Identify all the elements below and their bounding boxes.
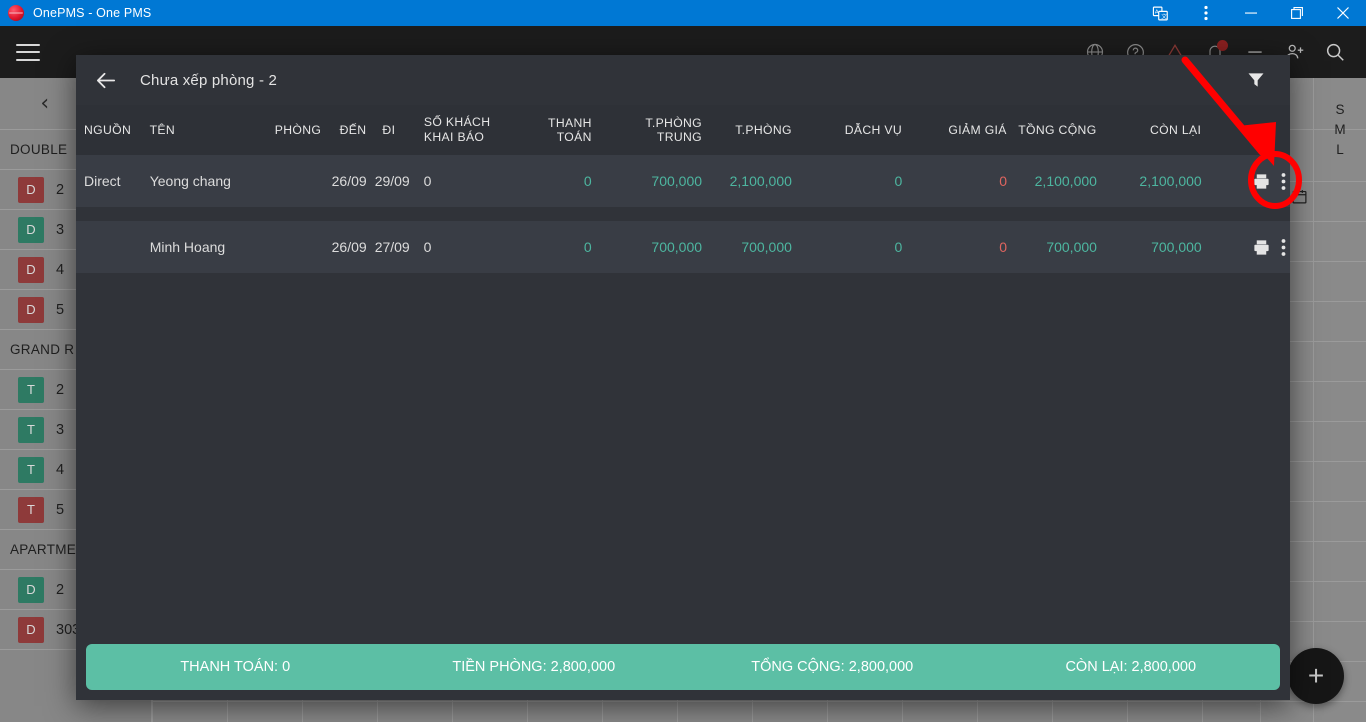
room-number: 2 — [56, 381, 65, 398]
svg-text:A: A — [1155, 9, 1159, 15]
dialog-header: Chưa xếp phòng - 2 — [76, 55, 1290, 105]
cell-source: Direct — [84, 173, 121, 189]
maximize-button[interactable] — [1274, 0, 1320, 26]
cell-room-total: 700,000 — [741, 239, 792, 255]
room-number: 2 — [56, 581, 65, 598]
size-legend-m: M — [1334, 122, 1346, 137]
unassigned-rooms-dialog: Chưa xếp phòng - 2 NGUỒN TÊN PHÒNG ĐẾN Đ… — [76, 55, 1290, 700]
cell-grand-total: 2,100,000 — [1034, 173, 1097, 189]
room-number: 5 — [56, 301, 65, 318]
prev-week-button[interactable]: ‹ — [40, 92, 49, 115]
cell-balance: 700,000 — [1151, 239, 1202, 255]
cell-departure: 29/09 — [374, 173, 410, 189]
room-type-badge: D — [18, 296, 44, 323]
column-header-name: TÊN — [149, 123, 176, 137]
room-type-badge: T — [18, 376, 44, 403]
summary-footer: THANH TOÁN: 0 TIỀN PHÒNG: 2,800,000 TỔNG… — [86, 644, 1280, 690]
summary-room-charge: TIỀN PHÒNG: 2,800,000 — [452, 659, 616, 675]
column-header-arrival: ĐẾN — [339, 123, 367, 137]
column-header-payment: THANH TOÁN — [548, 116, 592, 144]
cell-payment: 0 — [583, 239, 592, 255]
column-header-departure: ĐI — [382, 123, 396, 137]
room-number: 2 — [56, 181, 65, 198]
cell-balance: 2,100,000 — [1139, 173, 1202, 189]
size-legend-s: S — [1335, 102, 1345, 117]
row-more-menu-icon[interactable] — [1281, 172, 1286, 191]
column-header-guest-count-line2: KHAI BÁO — [423, 130, 485, 144]
notification-badge — [1217, 40, 1228, 51]
room-type-badge: D — [18, 616, 44, 643]
room-type-badge: T — [18, 496, 44, 523]
calendar-icon[interactable] — [1291, 188, 1308, 210]
column-header-source: NGUỒN — [84, 123, 132, 137]
booking-table: Direct Yeong chang 26/09 29/09 0 0 700,0… — [76, 155, 1290, 273]
size-legend-l: L — [1336, 142, 1344, 157]
cell-arrival: 26/09 — [331, 173, 367, 189]
room-type-badge: T — [18, 456, 44, 483]
cell-name: Minh Hoang — [149, 239, 226, 255]
cell-payment: 0 — [583, 173, 592, 189]
room-number: 3 — [56, 221, 65, 238]
cell-avg-room-rate: 700,000 — [651, 173, 703, 189]
cell-discount: 0 — [999, 173, 1008, 189]
cell-actions — [1206, 238, 1290, 257]
column-header-grand-total: TỒNG CỘNG — [1018, 123, 1097, 137]
cell-services: 0 — [894, 173, 903, 189]
cell-avg-room-rate: 700,000 — [651, 239, 703, 255]
cell-grand-total: 700,000 — [1046, 239, 1097, 255]
minimize-button[interactable] — [1228, 0, 1274, 26]
cell-discount: 0 — [999, 239, 1008, 255]
window-more-menu-icon[interactable] — [1183, 0, 1228, 26]
room-number: 5 — [56, 501, 65, 518]
back-arrow-icon[interactable] — [84, 58, 128, 102]
search-icon[interactable] — [1322, 39, 1348, 65]
cell-guest-count: 0 — [423, 173, 432, 189]
cell-departure: 27/09 — [374, 239, 410, 255]
cell-guest-count: 0 — [423, 239, 432, 255]
cell-actions — [1206, 172, 1290, 191]
dialog-body: Direct Yeong chang 26/09 29/09 0 0 700,0… — [76, 155, 1290, 700]
summary-grand-total: TỔNG CỘNG: 2,800,000 — [751, 659, 914, 675]
summary-balance: CÒN LẠI: 2,800,000 — [1065, 659, 1197, 675]
column-header-avg-room-rate: T.PHÒNG TRUNG — [645, 116, 703, 144]
summary-payment: THANH TOÁN: 0 — [180, 659, 291, 675]
column-header-room-total: T.PHÒNG — [735, 123, 792, 137]
room-type-badge: D — [18, 576, 44, 603]
dialog-title: Chưa xếp phòng - 2 — [140, 71, 278, 89]
filter-icon[interactable] — [1236, 60, 1276, 100]
table-row[interactable]: Direct Yeong chang 26/09 29/09 0 0 700,0… — [76, 155, 1290, 207]
cell-arrival: 26/09 — [331, 239, 367, 255]
column-header-guest-count-line1: SỐ KHÁCH — [423, 115, 491, 130]
add-booking-fab[interactable]: + — [1288, 648, 1344, 704]
print-icon[interactable] — [1252, 172, 1271, 191]
hamburger-icon[interactable] — [16, 43, 40, 61]
room-type-badge: D — [18, 216, 44, 243]
room-type-badge: D — [18, 256, 44, 283]
table-header: NGUỒN TÊN PHÒNG ĐẾN ĐI SỐ KHÁCH KHAI BÁO… — [76, 105, 1290, 155]
table-row[interactable]: Minh Hoang 26/09 27/09 0 0 700,000 700,0… — [76, 221, 1290, 273]
room-number: 4 — [56, 261, 65, 278]
room-type-badge: D — [18, 176, 44, 203]
cell-room-total: 2,100,000 — [729, 173, 792, 189]
column-header-discount: GIẢM GIÁ — [948, 123, 1007, 137]
window-title-bar: OnePMS - One PMS A 文 — [0, 0, 1366, 26]
close-button[interactable] — [1320, 0, 1366, 26]
room-number: 4 — [56, 461, 65, 478]
room-type-badge: T — [18, 416, 44, 443]
row-more-menu-icon[interactable] — [1281, 238, 1286, 257]
translate-icon[interactable]: A 文 — [1138, 0, 1183, 26]
size-legend: S M L — [1313, 78, 1366, 182]
cell-name: Yeong chang — [149, 173, 231, 189]
column-header-guest-count: SỐ KHÁCH KHAI BÁO — [420, 115, 506, 145]
app-logo-icon — [8, 5, 24, 21]
column-header-services: DẪCH VỤ — [844, 123, 903, 137]
column-header-room: PHÒNG — [274, 123, 322, 137]
cell-services: 0 — [894, 239, 903, 255]
print-icon[interactable] — [1252, 238, 1271, 257]
room-number: 3 — [56, 421, 65, 438]
window-title: OnePMS - One PMS — [33, 6, 152, 20]
column-header-balance: CÒN LẠI — [1149, 123, 1202, 137]
